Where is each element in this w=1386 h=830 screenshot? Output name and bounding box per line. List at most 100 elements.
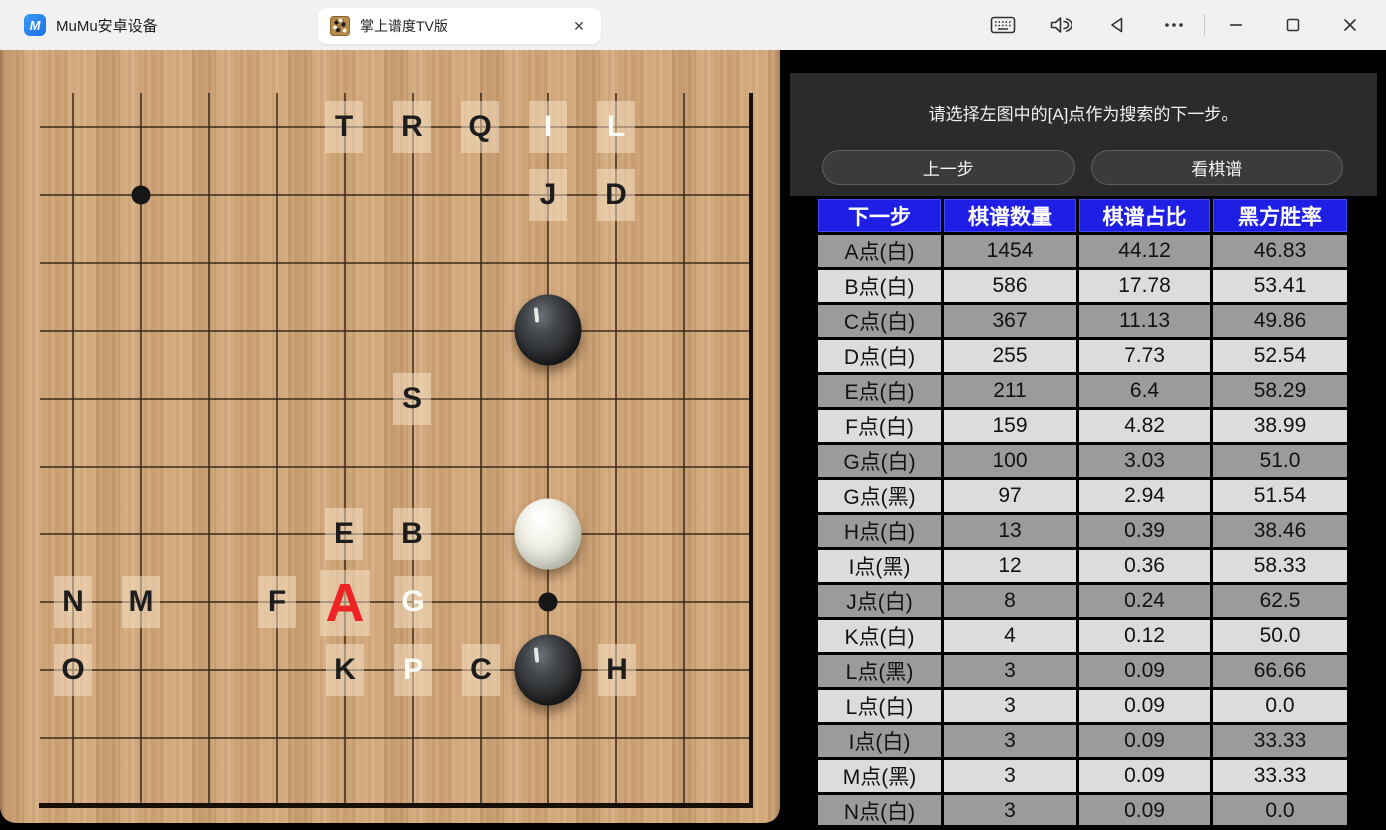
table-row[interactable]: N点(白)30.090.0 [818,795,1347,827]
table-row[interactable]: D点(白)2557.7352.54 [818,340,1347,372]
table-cell: 38.46 [1213,515,1347,547]
app-info: M MuMu安卓设备 [24,14,158,36]
table-row[interactable]: B点(白)58617.7853.41 [818,270,1347,302]
table-cell: 62.5 [1213,585,1347,617]
board-point-f[interactable]: F [258,576,296,628]
emulator-tab[interactable]: 掌上谱度TV版 ✕ [318,8,601,44]
board-wood: TRQILJD S EB NM FAG O KPC H [0,50,780,823]
board-edge-right [749,93,753,808]
emulator-window: M MuMu安卓设备 掌上谱度TV版 ✕ [0,0,1386,830]
board-point-l[interactable]: L [597,101,635,153]
table-cell: 159 [944,410,1076,442]
table-cell: 51.0 [1213,445,1347,477]
grid-line-horizontal [40,737,751,739]
table-cell: 3 [944,690,1076,722]
board-point-a[interactable]: A [320,570,370,636]
table-cell: 44.12 [1079,235,1210,267]
table-row[interactable]: C点(白)36711.1349.86 [818,305,1347,337]
table-header-cell: 下一步 [818,199,941,232]
go-board[interactable]: TRQILJD S EB NM FAG O KPC H [0,50,780,830]
stats-table: 下一步棋谱数量棋谱占比黑方胜率A点(白)145444.1246.83B点(白)5… [818,199,1347,830]
view-kifu-button[interactable]: 看棋谱 [1091,150,1344,185]
grid-line-horizontal [40,466,751,468]
table-row[interactable]: G点(白)1003.0351.0 [818,445,1347,477]
table-row[interactable]: A点(白)145444.1246.83 [818,235,1347,267]
table-row[interactable]: E点(白)2116.458.29 [818,375,1347,407]
table-row[interactable]: K点(白)40.1250.0 [818,620,1347,652]
table-cell: 4 [944,620,1076,652]
more-icon[interactable] [1145,0,1202,50]
board-point-r[interactable]: R [393,101,431,153]
board-point-q[interactable]: Q [461,101,499,153]
table-row[interactable]: L点(白)30.090.0 [818,690,1347,722]
board-point-g[interactable]: G [394,576,432,628]
table-cell: 0.09 [1079,760,1210,792]
table-row[interactable]: I点(黑)120.3658.33 [818,550,1347,582]
volume-icon[interactable] [1031,0,1088,50]
table-cell: 2.94 [1079,480,1210,512]
table-cell: 0.0 [1213,795,1347,827]
table-row[interactable]: F点(白)1594.8238.99 [818,410,1347,442]
table-cell: 255 [944,340,1076,372]
board-point-m[interactable]: M [122,576,160,628]
table-cell: 367 [944,305,1076,337]
board-point-b[interactable]: B [393,508,431,560]
tab-close-icon[interactable]: ✕ [569,16,589,36]
table-row[interactable]: G点(黑)972.9451.54 [818,480,1347,512]
table-cell: 0.09 [1079,725,1210,757]
grid-line-vertical [208,93,210,805]
table-cell: L点(白) [818,690,941,722]
grid-line-horizontal [40,330,751,332]
table-row[interactable]: H点(白)130.3938.46 [818,515,1347,547]
table-cell: I点(白) [818,725,941,757]
maximize-icon[interactable] [1264,0,1321,50]
close-icon[interactable] [1321,0,1378,50]
controls-divider [1204,14,1205,36]
app-title: MuMu安卓设备 [56,15,158,36]
table-row[interactable]: J点(白)80.2462.5 [818,585,1347,617]
board-point-p[interactable]: P [394,644,432,696]
table-cell: J点(白) [818,585,941,617]
table-cell: 58.33 [1213,550,1347,582]
minimize-icon[interactable] [1207,0,1264,50]
table-header-row: 下一步棋谱数量棋谱占比黑方胜率 [818,199,1347,232]
table-cell: N点(白) [818,795,941,827]
table-row[interactable]: L点(黑)30.0966.66 [818,655,1347,687]
board-point-h[interactable]: H [598,644,636,696]
table-cell: A点(白) [818,235,941,267]
grid-line-vertical [72,93,74,805]
board-point-o[interactable]: O [54,644,92,696]
board-point-j[interactable]: J [529,169,567,221]
board-point-n[interactable]: N [54,576,92,628]
table-cell: 0.36 [1079,550,1210,582]
table-cell: 58.29 [1213,375,1347,407]
board-point-c[interactable]: C [462,644,500,696]
tab-favicon-icon [330,16,350,36]
table-cell: 17.78 [1079,270,1210,302]
board-point-e[interactable]: E [325,508,363,560]
table-cell: 0.39 [1079,515,1210,547]
table-row[interactable]: M点(黑)30.0933.33 [818,760,1347,792]
window-controls [974,0,1378,50]
table-cell: B点(白) [818,270,941,302]
board-point-i[interactable]: I [529,101,567,153]
black-stone [515,635,582,706]
prev-step-button[interactable]: 上一步 [822,150,1075,185]
board-point-s[interactable]: S [393,373,431,425]
board-point-t[interactable]: T [325,101,363,153]
table-cell: F点(白) [818,410,941,442]
star-point [132,186,151,205]
table-cell: 52.54 [1213,340,1347,372]
prompt-panel: 请选择左图中的[A]点作为搜索的下一步。 上一步 看棋谱 [790,73,1377,196]
board-point-d[interactable]: D [597,169,635,221]
back-icon[interactable] [1088,0,1145,50]
board-point-k[interactable]: K [326,644,364,696]
table-cell: G点(黑) [818,480,941,512]
table-cell: 38.99 [1213,410,1347,442]
table-cell: 100 [944,445,1076,477]
table-cell: 3 [944,760,1076,792]
table-row[interactable]: I点(白)30.0933.33 [818,725,1347,757]
keyboard-icon[interactable] [974,0,1031,50]
table-cell: 33.33 [1213,725,1347,757]
button-row: 上一步 看棋谱 [790,150,1377,185]
